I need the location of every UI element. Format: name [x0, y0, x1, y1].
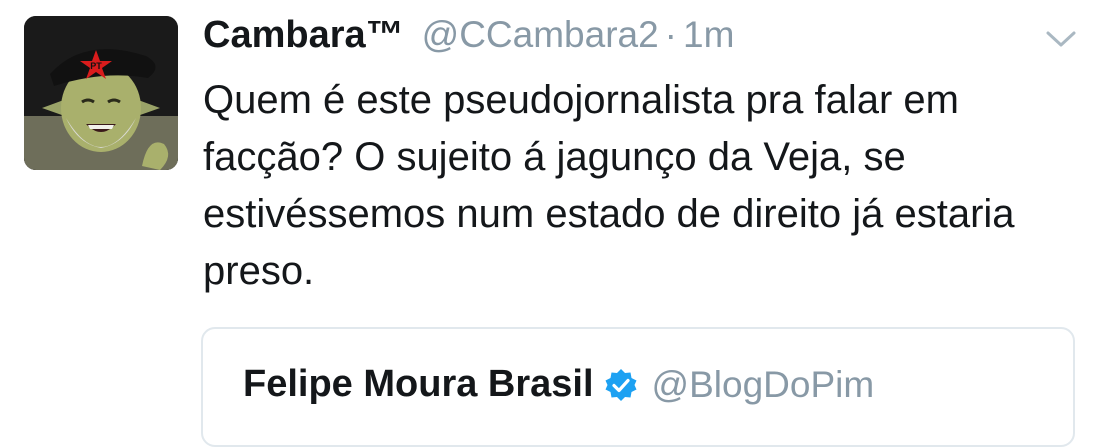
tweet[interactable]: PT Cambara™ @CCambara2 · 1m Quem é este … — [0, 0, 1112, 447]
chevron-down-icon[interactable] — [1044, 28, 1078, 50]
separator-dot: · — [664, 14, 677, 55]
display-name[interactable]: Cambara™ — [203, 14, 404, 57]
avatar[interactable]: PT — [24, 16, 178, 170]
quoted-tweet-header: Felipe Moura Brasil @BlogDoPim — [243, 363, 874, 406]
tweet-text: Quem é este pseudojornalista pra falar e… — [203, 78, 1015, 293]
avatar-image: PT — [24, 16, 178, 170]
avatar-badge-text: PT — [90, 61, 102, 71]
user-handle[interactable]: @CCambara2 — [422, 14, 659, 56]
quoted-display-name: Felipe Moura Brasil — [243, 363, 594, 405]
tweet-header: Cambara™ @CCambara2 · 1m — [203, 14, 734, 64]
quoted-tweet-card[interactable]: Felipe Moura Brasil @BlogDoPim — [201, 327, 1075, 447]
verified-badge-icon — [605, 368, 637, 401]
timestamp[interactable]: 1m — [683, 14, 734, 56]
quoted-user-handle: @BlogDoPim — [651, 363, 875, 405]
